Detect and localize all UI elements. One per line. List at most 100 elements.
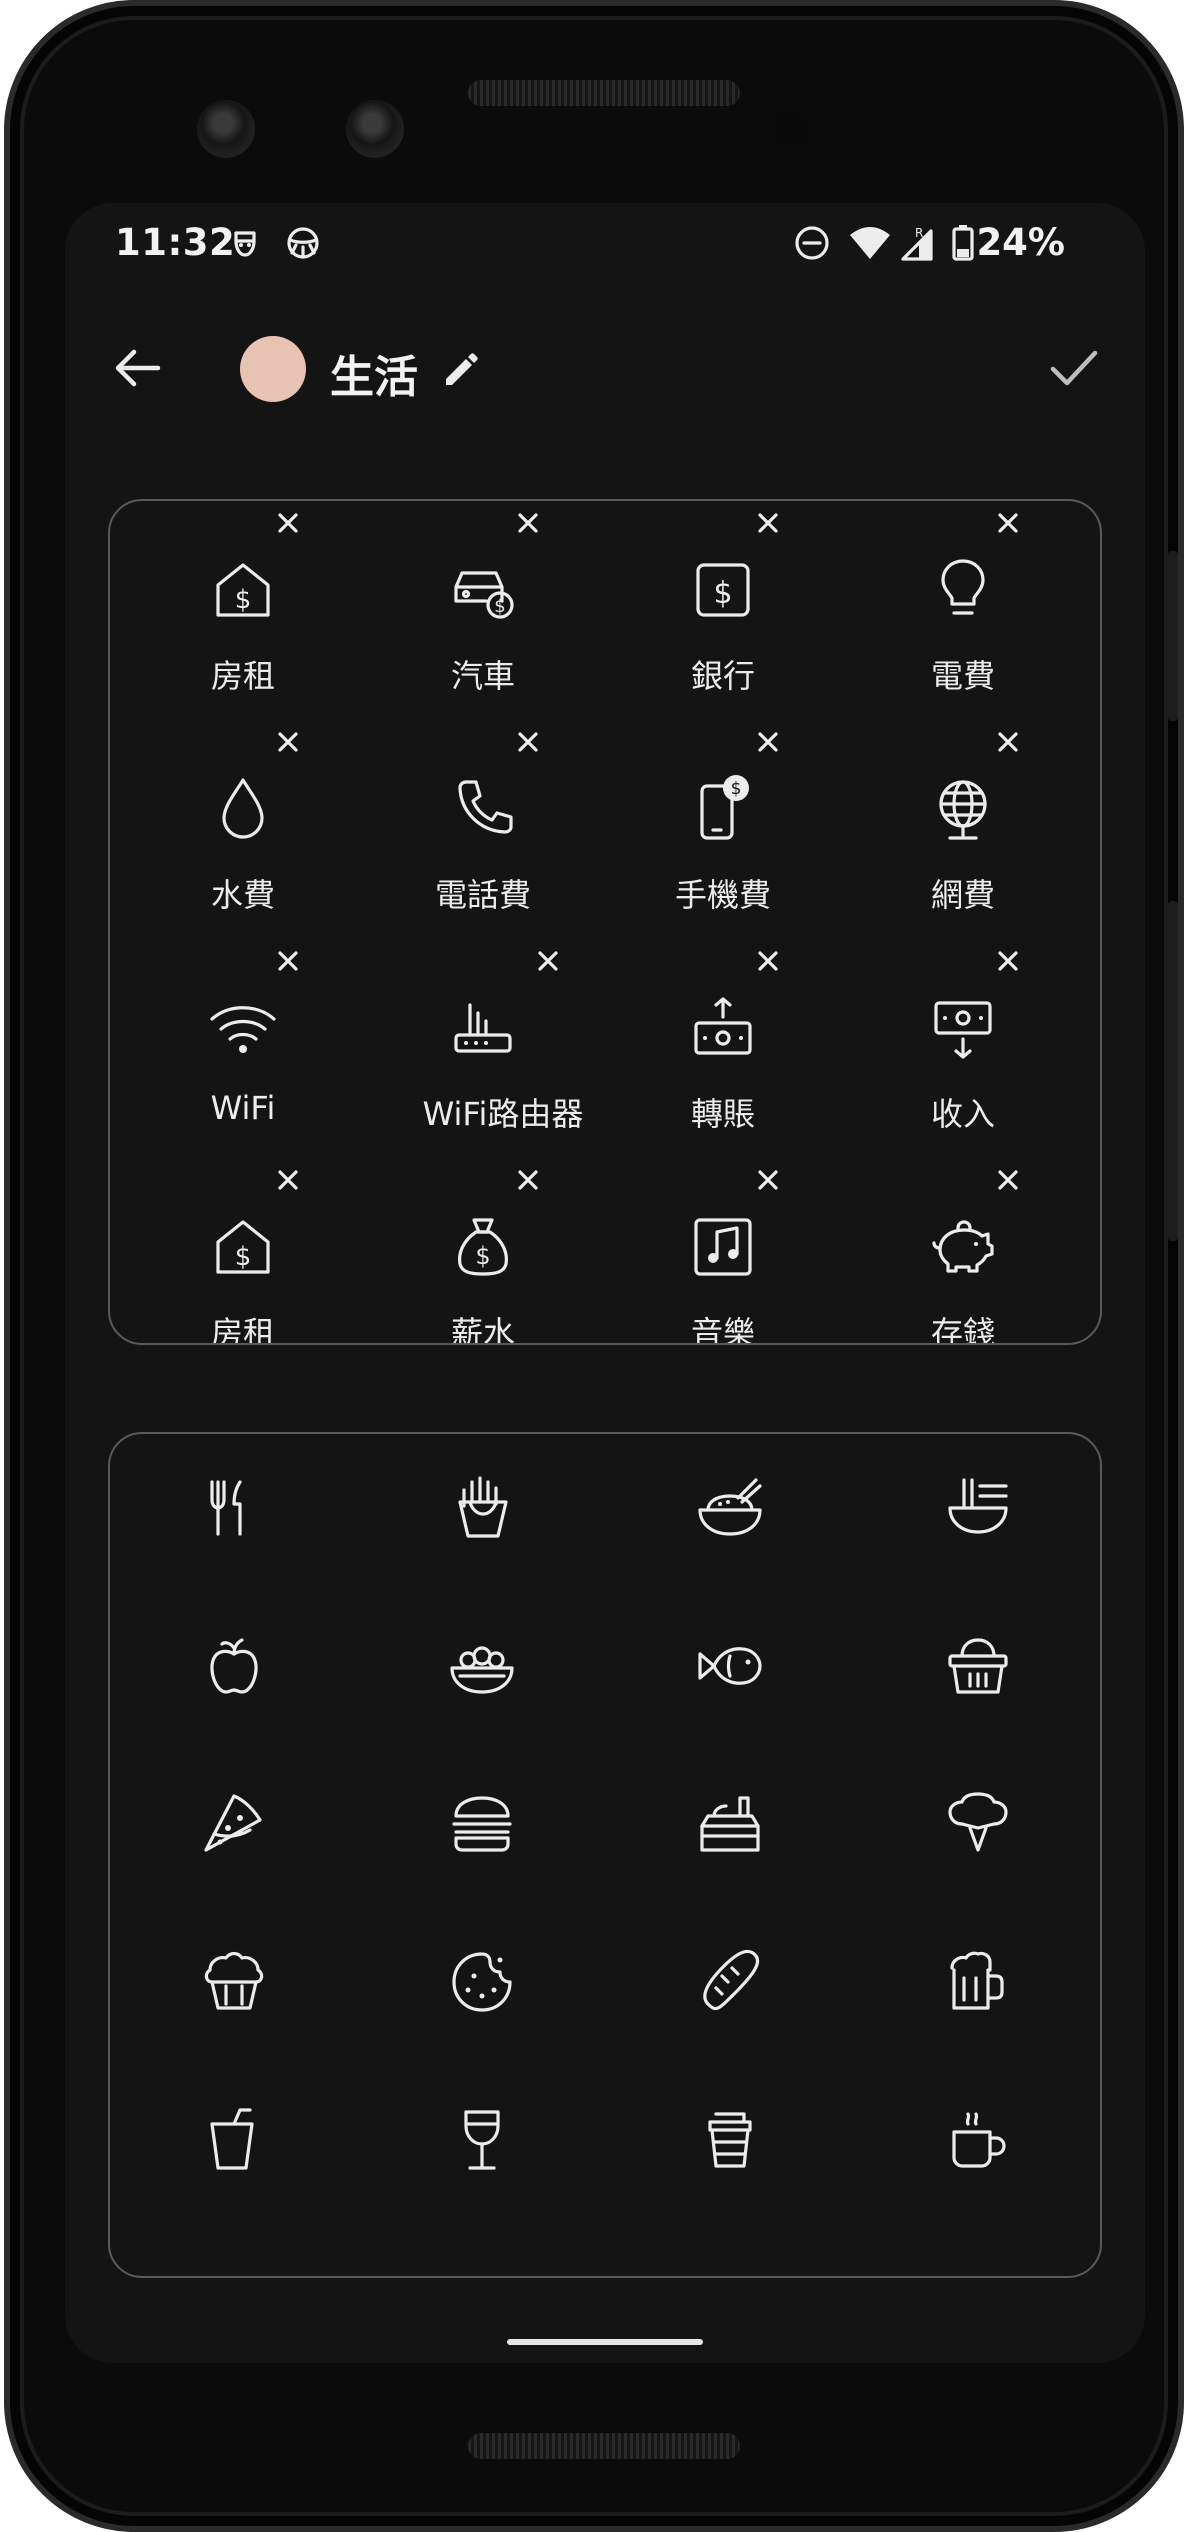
close-icon[interactable]: [274, 947, 302, 975]
icon-option[interactable]: [110, 1908, 358, 2068]
category-item[interactable]: $ 手機費: [616, 720, 856, 940]
icon-option[interactable]: [854, 1434, 1100, 1594]
icon-option[interactable]: [606, 2066, 854, 2226]
category-item[interactable]: $ 銀行: [616, 501, 856, 721]
category-item-label: 手機費: [674, 876, 771, 914]
close-icon[interactable]: [754, 1166, 782, 1194]
icon-option[interactable]: [358, 1750, 606, 1910]
category-item[interactable]: 網費: [856, 720, 1096, 940]
close-icon[interactable]: [994, 1166, 1022, 1194]
wine-glass-icon: [464, 2110, 500, 2170]
close-icon[interactable]: [514, 1166, 542, 1194]
close-icon[interactable]: [514, 509, 542, 537]
category-item[interactable]: WiFi路由器: [376, 939, 616, 1159]
water-drop-icon: [222, 778, 264, 839]
category-item[interactable]: $ 房租: [136, 1158, 376, 1343]
basket-icon: [948, 1638, 1008, 1694]
close-icon[interactable]: [754, 509, 782, 537]
cutlery-icon: [210, 1480, 242, 1536]
category-item-label: 銀行: [690, 657, 755, 695]
category-item[interactable]: 水費: [136, 720, 376, 940]
category-item[interactable]: 音樂: [616, 1158, 856, 1345]
category-item[interactable]: 電話費: [376, 720, 616, 940]
icon-option[interactable]: [606, 1908, 854, 2068]
close-icon[interactable]: [994, 947, 1022, 975]
category-item-label: 電費: [930, 657, 995, 695]
close-icon[interactable]: [274, 1166, 302, 1194]
icon-option[interactable]: [606, 1592, 854, 1752]
icon-option[interactable]: [358, 1434, 606, 1594]
router-icon: [454, 1003, 512, 1053]
edit-pencil-icon[interactable]: [440, 349, 482, 391]
icon-option[interactable]: [606, 1750, 854, 1910]
category-item-label: 音樂: [690, 1314, 755, 1345]
noodles-icon: [948, 1478, 1008, 1534]
category-item[interactable]: $ 汽車: [376, 501, 616, 721]
category-item[interactable]: WiFi: [136, 939, 376, 1159]
close-icon[interactable]: [274, 509, 302, 537]
svg-text:$: $: [235, 1242, 252, 1272]
mobile-dollar-icon: $: [700, 775, 749, 840]
icon-option[interactable]: [854, 1750, 1100, 1910]
phone-frame: 11:32 R 24% 生活 $ 房租 $ 汽車 $ 銀行 電費 水費 電話費 …: [4, 0, 1184, 2532]
icon-option[interactable]: [854, 1592, 1100, 1752]
back-arrow-icon[interactable]: [110, 340, 166, 396]
steering-wheel-icon: [287, 227, 319, 259]
category-item-label: WiFi: [210, 1089, 276, 1127]
close-icon[interactable]: [754, 728, 782, 756]
bank-icon: $: [696, 563, 750, 617]
icon-option[interactable]: [110, 1434, 358, 1594]
icon-option[interactable]: [358, 2066, 606, 2226]
close-icon[interactable]: [274, 728, 302, 756]
takeaway-coffee-icon: [708, 2112, 752, 2168]
category-item-label: 收入: [930, 1095, 995, 1133]
category-item-label: WiFi路由器: [422, 1095, 584, 1133]
icon-option[interactable]: [606, 1434, 854, 1594]
icon-option[interactable]: [110, 2066, 358, 2226]
lightbulb-icon: [941, 559, 985, 615]
fish-icon: [698, 1647, 762, 1685]
category-item-label: 薪水: [450, 1314, 515, 1345]
category-item[interactable]: 電費: [856, 501, 1096, 721]
category-color-swatch[interactable]: [240, 336, 306, 402]
bottom-speaker: [468, 2433, 740, 2459]
status-time: 11:32: [115, 221, 236, 264]
icon-option[interactable]: [110, 1750, 358, 1910]
icon-picker-panel[interactable]: [108, 1432, 1102, 2278]
icon-option[interactable]: [358, 1908, 606, 2068]
close-icon[interactable]: [514, 728, 542, 756]
broccoli-icon: [948, 1792, 1008, 1852]
category-name: 生活: [330, 352, 418, 403]
category-item[interactable]: $ 薪水: [376, 1158, 616, 1345]
icon-option[interactable]: [358, 1592, 606, 1752]
close-icon[interactable]: [994, 728, 1022, 756]
lunchbox-icon: [700, 1796, 760, 1852]
income-icon: [934, 1001, 992, 1059]
icon-option[interactable]: [854, 1908, 1100, 2068]
globe-icon: [939, 780, 987, 840]
category-item-label: 轉賬: [690, 1095, 755, 1133]
close-icon[interactable]: [994, 509, 1022, 537]
category-item-label: 存錢: [930, 1314, 995, 1345]
battery-icon: [952, 225, 974, 261]
signal-roaming-icon: R: [901, 226, 933, 261]
car-icon: $: [454, 571, 514, 619]
gesture-bar[interactable]: [507, 2339, 703, 2345]
icon-option[interactable]: [854, 2066, 1100, 2226]
selected-items-panel[interactable]: $ 房租 $ 汽車 $ 銀行 電費 水費 電話費 $ 手機費 網費 WiFi W…: [108, 499, 1102, 1345]
category-item[interactable]: 轉賬: [616, 939, 856, 1159]
category-item[interactable]: $ 房租: [136, 501, 376, 721]
earpiece-speaker: [468, 80, 740, 106]
icon-option[interactable]: [110, 1592, 358, 1752]
category-item-label: 汽車: [450, 657, 515, 695]
category-item-label: 房租: [210, 657, 275, 695]
bread-icon: [703, 1949, 760, 2011]
category-item[interactable]: 收入: [856, 939, 1096, 1159]
category-item-label: 網費: [930, 876, 995, 914]
status-bar: 11:32 R 24%: [65, 203, 1145, 283]
checkmark-icon[interactable]: [1045, 339, 1103, 397]
wifi-icon: [210, 1006, 276, 1053]
close-icon[interactable]: [754, 947, 782, 975]
close-icon[interactable]: [534, 947, 562, 975]
category-item[interactable]: 存錢: [856, 1158, 1096, 1345]
